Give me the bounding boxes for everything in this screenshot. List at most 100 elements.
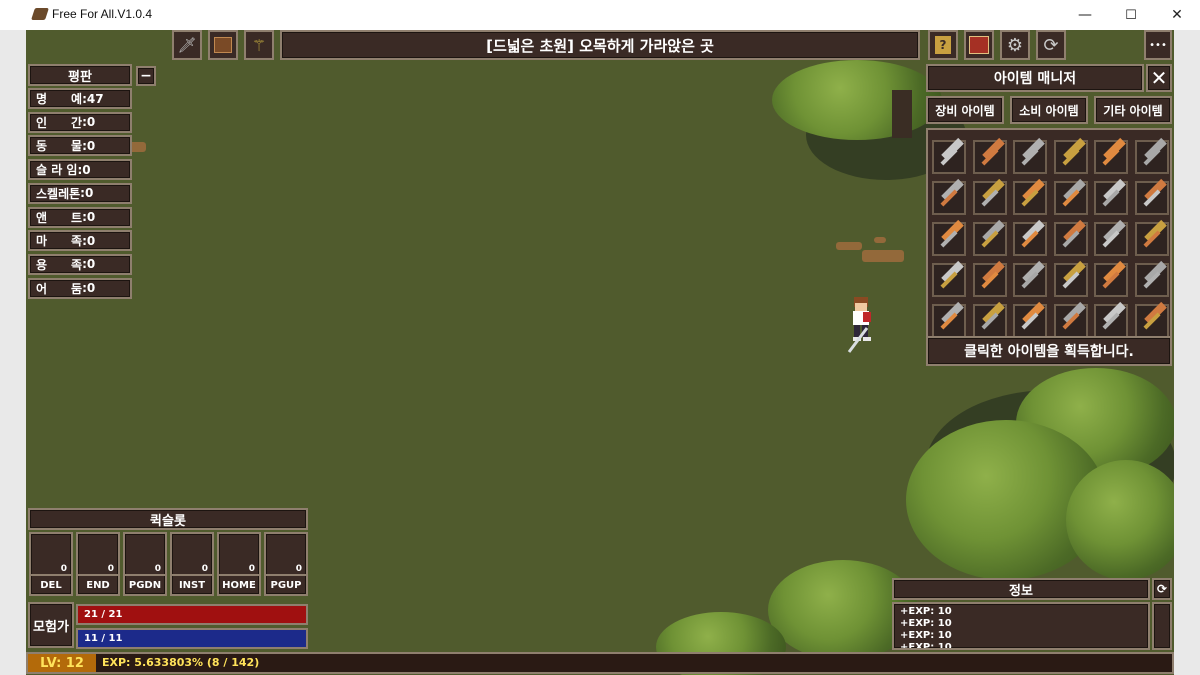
reputation-value: 47 xyxy=(86,91,104,106)
item-slot[interactable] xyxy=(1053,140,1088,174)
game-canvas[interactable]: 🗡 ⚚ [드넓은 초원] 오목하게 가라앉은 곳 ? ⚙ ⟳ ••• 평판 − … xyxy=(26,30,1174,675)
minimize-button[interactable]: — xyxy=(1062,0,1108,30)
mace-icon xyxy=(940,230,958,248)
reputation-row: 스켈레톤:0 xyxy=(28,182,132,204)
item-slot[interactable] xyxy=(1094,222,1128,256)
item-slot[interactable] xyxy=(1134,263,1169,297)
item-slot[interactable] xyxy=(1094,304,1128,338)
item-slot[interactable] xyxy=(1053,222,1088,256)
tab-misc-items[interactable]: 기타 아이템 xyxy=(1094,96,1172,124)
reputation-label: 인 간 xyxy=(36,115,83,130)
tab-consumable-items[interactable]: 소비 아이템 xyxy=(1010,96,1088,124)
reputation-value: 0 xyxy=(84,186,94,201)
quickslot-key: DEL xyxy=(31,574,71,594)
refresh-button[interactable]: ⟳ xyxy=(1036,30,1066,60)
quickslot-inst[interactable]: 0 INST xyxy=(170,532,214,596)
item-slot[interactable] xyxy=(972,140,1007,174)
reputation-row: 동 물:0 xyxy=(28,135,132,157)
quickslot-count: 0 xyxy=(107,564,114,574)
reputation-label: 슬 라 임 xyxy=(36,163,78,178)
quickslot-count: 0 xyxy=(295,564,302,574)
helmet-icon xyxy=(1102,312,1120,330)
quickslot-count: 0 xyxy=(248,564,255,574)
gauntlet-icon xyxy=(940,312,958,330)
quickslot-home[interactable]: 0 HOME xyxy=(217,532,261,596)
quickslot-pgdn[interactable]: 0 PGDN xyxy=(123,532,167,596)
item-manager-close-button[interactable]: ✕ xyxy=(1146,64,1172,92)
window-border-right xyxy=(1174,30,1200,675)
quickslot-count: 0 xyxy=(201,564,208,574)
mace-icon xyxy=(1102,230,1120,248)
skill-button[interactable]: ⚚ xyxy=(244,30,274,60)
tree xyxy=(772,60,942,140)
item-slot[interactable] xyxy=(932,263,966,297)
pickaxe-icon xyxy=(981,189,998,207)
reputation-label: 용 족 xyxy=(36,257,83,272)
inventory-button[interactable] xyxy=(208,30,238,60)
equipment-button[interactable]: 🗡 xyxy=(172,30,202,60)
gear-icon: ⚙ xyxy=(1006,34,1024,56)
info-refresh-button[interactable]: ⟳ xyxy=(1152,578,1172,600)
war-axe-icon xyxy=(1143,189,1160,207)
item-grid xyxy=(926,128,1172,364)
book-button[interactable] xyxy=(964,30,994,60)
quickslot-del[interactable]: 0 DEL xyxy=(29,532,73,596)
item-slot[interactable] xyxy=(1013,222,1047,256)
item-slot[interactable] xyxy=(972,304,1007,338)
item-slot[interactable] xyxy=(1094,140,1128,174)
reputation-row: 마 족:0 xyxy=(28,230,132,252)
item-slot[interactable] xyxy=(972,263,1007,297)
window-title: Free For All.V1.0.4 xyxy=(52,7,153,21)
item-slot[interactable] xyxy=(1053,181,1088,215)
quest-button[interactable]: ? xyxy=(928,30,958,60)
item-slot[interactable] xyxy=(972,181,1007,215)
info-log[interactable]: +EXP: 10 +EXP: 10 +EXP: 10 +EXP: 10 xyxy=(892,602,1150,650)
reputation-value: 0 xyxy=(86,257,96,272)
tab-equipment-items[interactable]: 장비 아이템 xyxy=(926,96,1004,124)
quickslot-count: 0 xyxy=(154,564,161,574)
item-slot[interactable] xyxy=(1013,304,1047,338)
tree xyxy=(1066,460,1174,580)
chest-icon xyxy=(214,37,232,53)
book-icon xyxy=(969,36,989,54)
item-slot[interactable] xyxy=(1053,304,1088,338)
item-slot[interactable] xyxy=(1134,181,1169,215)
item-slot[interactable] xyxy=(932,181,966,215)
item-slot[interactable] xyxy=(1094,263,1128,297)
spear-icon xyxy=(1143,148,1160,166)
item-slot[interactable] xyxy=(1013,181,1047,215)
quickslot-pgup[interactable]: 0 PGUP xyxy=(264,532,308,596)
settings-button[interactable]: ⚙ xyxy=(1000,30,1030,60)
item-slot[interactable] xyxy=(1013,263,1047,297)
item-slot[interactable] xyxy=(1053,263,1088,297)
item-slot[interactable] xyxy=(1134,222,1169,256)
sword-icon xyxy=(940,148,958,166)
info-scrollbar[interactable] xyxy=(1152,602,1172,650)
reputation-label: 명 예 xyxy=(36,92,83,106)
dirt-patch xyxy=(862,250,904,262)
dirt-patch xyxy=(874,237,886,243)
job-label: 모험가 xyxy=(28,602,74,648)
close-window-button[interactable]: ✕ xyxy=(1154,0,1200,30)
item-slot[interactable] xyxy=(1094,181,1128,215)
quickslot-end[interactable]: 0 END xyxy=(76,532,120,596)
item-slot[interactable] xyxy=(972,222,1007,256)
window-border-left xyxy=(0,30,26,675)
info-log-line: +EXP: 10 xyxy=(900,606,952,617)
player-character[interactable] xyxy=(841,294,881,354)
info-log-line: +EXP: 10 xyxy=(900,642,952,650)
item-slot[interactable] xyxy=(1013,140,1047,174)
item-slot[interactable] xyxy=(932,304,966,338)
exp-text: EXP: 5.633803% (8 / 142) xyxy=(102,656,260,669)
maximize-button[interactable]: ☐ xyxy=(1108,0,1154,30)
item-slot[interactable] xyxy=(1134,304,1169,338)
warhammer-icon xyxy=(1143,230,1160,248)
item-slot[interactable] xyxy=(1134,140,1169,174)
reputation-collapse-button[interactable]: − xyxy=(136,66,156,86)
menu-button[interactable]: ••• xyxy=(1144,30,1172,60)
item-slot[interactable] xyxy=(932,140,966,174)
spear-icon xyxy=(981,230,998,248)
app-icon xyxy=(31,8,49,20)
item-slot[interactable] xyxy=(932,222,966,256)
quickslot-key: HOME xyxy=(219,574,259,594)
